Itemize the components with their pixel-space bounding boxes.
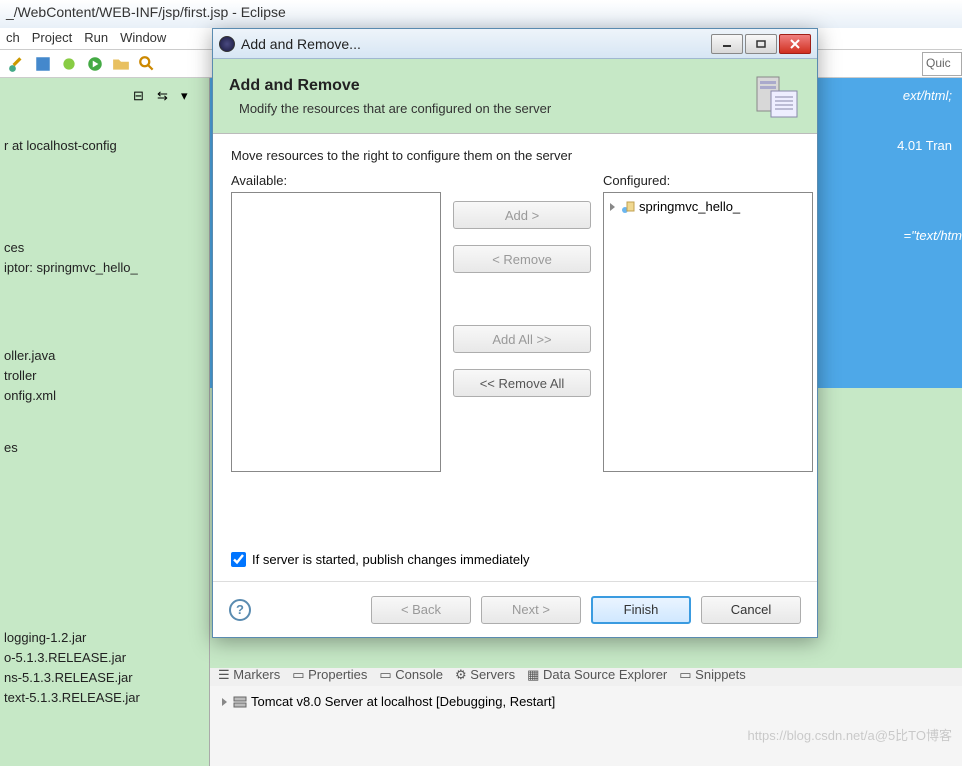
tab-console[interactable]: ▭ Console [379, 667, 443, 683]
tree-item[interactable]: ns-5.1.3.RELEASE.jar [4, 668, 205, 688]
remove-all-button[interactable]: << Remove All [453, 369, 591, 397]
dialog-header: Add and Remove Modify the resources that… [213, 59, 817, 134]
code-line: ="text/htm [904, 228, 962, 243]
dialog-titlebar[interactable]: Add and Remove... [213, 29, 817, 59]
tab-datasource[interactable]: ▦ Data Source Explorer [527, 667, 667, 683]
debug-icon[interactable] [60, 55, 78, 73]
publish-checkbox-label: If server is started, publish changes im… [252, 552, 529, 567]
module-name: springmvc_hello_ [639, 199, 740, 214]
server-row[interactable]: Tomcat v8.0 Server at localhost [Debuggi… [220, 692, 952, 711]
help-button[interactable]: ? [229, 599, 251, 621]
back-button[interactable]: < Back [371, 596, 471, 624]
add-remove-dialog: Add and Remove... Add and Remove Modify … [212, 28, 818, 638]
module-icon [621, 200, 635, 214]
tree-item[interactable]: text-5.1.3.RELEASE.jar [4, 688, 205, 708]
save-icon[interactable] [34, 55, 52, 73]
server-config-icon [751, 71, 801, 121]
server-label: Tomcat v8.0 Server at localhost [Debuggi… [251, 694, 555, 709]
menu-window[interactable]: Window [120, 30, 166, 47]
quick-access-input[interactable]: Quic [922, 52, 962, 76]
search-icon[interactable] [138, 55, 156, 73]
tree-item[interactable]: ces [4, 238, 205, 258]
tree-item[interactable]: es [4, 438, 205, 458]
link-icon[interactable]: ⇆ [157, 88, 175, 106]
publish-checkbox-row[interactable]: If server is started, publish changes im… [231, 552, 799, 567]
tab-properties[interactable]: ▭ Properties [292, 667, 367, 683]
header-desc: Modify the resources that are configured… [239, 101, 751, 116]
transfer-buttons: Add > < Remove Add All >> << Remove All [453, 173, 591, 538]
tab-servers[interactable]: ⚙ Servers [455, 667, 515, 683]
close-button[interactable] [779, 34, 811, 54]
watermark: https://blog.csdn.net/a@5比TO博客 [748, 725, 952, 744]
configured-label: Configured: [603, 173, 813, 188]
expand-icon[interactable] [610, 203, 615, 211]
instruction-text: Move resources to the right to configure… [231, 148, 799, 163]
eclipse-icon [219, 36, 235, 52]
finish-button[interactable]: Finish [591, 596, 691, 624]
configured-listbox[interactable]: springmvc_hello_ [603, 192, 813, 472]
add-button[interactable]: Add > [453, 201, 591, 229]
tree-view[interactable]: r at localhost-config ces iptor: springm… [4, 136, 205, 708]
cancel-button[interactable]: Cancel [701, 596, 801, 624]
remove-button[interactable]: < Remove [453, 245, 591, 273]
run-icon[interactable] [86, 55, 104, 73]
code-line: 4.01 Tran [897, 138, 952, 153]
menu-project[interactable]: Project [32, 30, 72, 47]
add-all-button[interactable]: Add All >> [453, 325, 591, 353]
eclipse-titlebar: _/WebContent/WEB-INF/jsp/first.jsp - Ecl… [0, 0, 962, 28]
menu-icon[interactable]: ▾ [181, 88, 199, 106]
next-button[interactable]: Next > [481, 596, 581, 624]
configured-column: Configured: springmvc_hello_ [603, 173, 813, 538]
tree-item[interactable]: oller.java [4, 346, 205, 366]
publish-checkbox[interactable] [231, 552, 246, 567]
dialog-body: Move resources to the right to configure… [213, 134, 817, 581]
tree-item[interactable]: iptor: springmvc_hello_ [4, 258, 205, 278]
tab-snippets[interactable]: ▭ Snippets [679, 667, 746, 683]
server-icon [233, 695, 247, 709]
new-icon[interactable] [8, 55, 26, 73]
tree-item[interactable]: troller [4, 366, 205, 386]
tree-item[interactable]: logging-1.2.jar [4, 628, 205, 648]
expand-icon[interactable] [222, 698, 227, 706]
available-label: Available: [231, 173, 441, 188]
dialog-footer: ? < Back Next > Finish Cancel [213, 581, 817, 637]
available-column: Available: [231, 173, 441, 538]
explorer-toolbar[interactable]: ⊟ ⇆ ▾ [4, 86, 205, 108]
list-item[interactable]: springmvc_hello_ [608, 197, 808, 216]
menu-search[interactable]: ch [6, 30, 20, 47]
maximize-button[interactable] [745, 34, 777, 54]
menu-run[interactable]: Run [84, 30, 108, 47]
folder-icon[interactable] [112, 55, 130, 73]
dialog-title: Add and Remove... [241, 36, 711, 52]
tree-item[interactable]: o-5.1.3.RELEASE.jar [4, 648, 205, 668]
project-explorer[interactable]: ⊟ ⇆ ▾ r at localhost-config ces iptor: s… [0, 78, 210, 766]
collapse-icon[interactable]: ⊟ [133, 88, 151, 106]
available-listbox[interactable] [231, 192, 441, 472]
code-line: ext/html; [903, 88, 952, 103]
tree-item[interactable]: r at localhost-config [4, 136, 205, 156]
tree-item[interactable]: onfig.xml [4, 386, 205, 406]
tab-markers[interactable]: ☰ Markers [218, 667, 280, 683]
header-title: Add and Remove [229, 77, 751, 95]
minimize-button[interactable] [711, 34, 743, 54]
